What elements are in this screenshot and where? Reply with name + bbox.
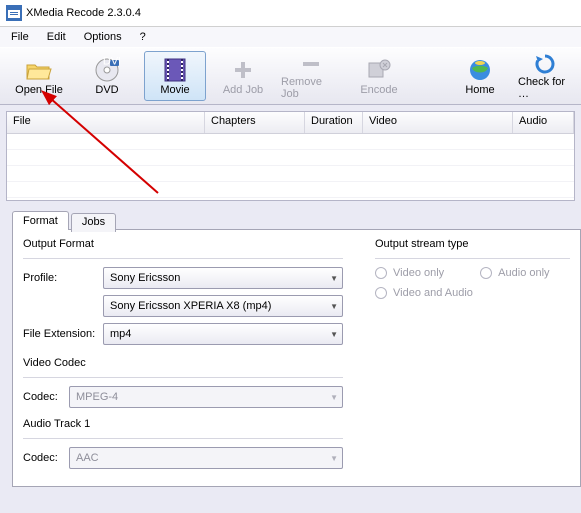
col-video[interactable]: Video bbox=[363, 112, 513, 133]
menu-edit[interactable]: Edit bbox=[40, 29, 73, 45]
col-duration[interactable]: Duration bbox=[305, 112, 363, 133]
ext-value: mp4 bbox=[110, 328, 131, 340]
profile-label: Profile: bbox=[23, 272, 103, 284]
add-job-button[interactable]: Add Job bbox=[212, 51, 274, 101]
add-job-label: Add Job bbox=[223, 84, 263, 96]
vcodec-label: Codec: bbox=[23, 391, 69, 403]
model-select[interactable]: Sony Ericsson XPERIA X8 (mp4) ▼ bbox=[103, 295, 343, 317]
minus-icon bbox=[300, 52, 322, 76]
profile-select[interactable]: Sony Ericsson ▼ bbox=[103, 267, 343, 289]
open-file-label: Open File bbox=[15, 84, 63, 96]
ext-label: File Extension: bbox=[23, 328, 103, 340]
chevron-down-icon: ▼ bbox=[330, 454, 338, 463]
window-title: XMedia Recode 2.3.0.4 bbox=[26, 7, 141, 19]
check-update-button[interactable]: Check for … bbox=[517, 51, 573, 101]
menubar: File Edit Options ? bbox=[0, 27, 581, 47]
movie-label: Movie bbox=[160, 84, 189, 96]
encode-icon bbox=[367, 56, 391, 84]
menu-file[interactable]: File bbox=[4, 29, 36, 45]
chevron-down-icon: ▼ bbox=[330, 274, 338, 283]
home-button[interactable]: Home bbox=[449, 51, 511, 101]
video-audio-label: Video and Audio bbox=[393, 287, 473, 299]
home-label: Home bbox=[465, 84, 494, 96]
chevron-down-icon: ▼ bbox=[330, 302, 338, 311]
movie-button[interactable]: Movie bbox=[144, 51, 206, 101]
col-chapters[interactable]: Chapters bbox=[205, 112, 305, 133]
menu-options[interactable]: Options bbox=[77, 29, 129, 45]
acodec-value: AAC bbox=[76, 452, 99, 464]
tab-format[interactable]: Format bbox=[12, 211, 69, 230]
chevron-down-icon: ▼ bbox=[330, 393, 338, 402]
col-file[interactable]: File bbox=[7, 112, 205, 133]
open-file-button[interactable]: Open File bbox=[8, 51, 70, 101]
table-row bbox=[7, 166, 574, 182]
video-only-label: Video only bbox=[393, 267, 444, 279]
remove-job-button[interactable]: Remove Job bbox=[280, 51, 342, 101]
format-panel: Output Format Profile: Sony Ericsson ▼ S… bbox=[12, 229, 581, 487]
radio-icon bbox=[375, 267, 387, 279]
radio-video-only: Video only bbox=[375, 267, 444, 279]
toolbar: Open File DVD DVD Movie Add Job Remove J… bbox=[0, 47, 581, 105]
output-format-label: Output Format bbox=[23, 238, 343, 250]
folder-open-icon bbox=[25, 56, 53, 84]
radio-video-audio: Video and Audio bbox=[375, 287, 570, 299]
audio-only-label: Audio only bbox=[498, 267, 549, 279]
table-header: File Chapters Duration Video Audio bbox=[7, 112, 574, 134]
tab-jobs[interactable]: Jobs bbox=[71, 213, 116, 232]
col-audio[interactable]: Audio bbox=[513, 112, 574, 133]
film-icon bbox=[163, 56, 187, 84]
table-row bbox=[7, 150, 574, 166]
stream-type-label: Output stream type bbox=[375, 238, 570, 250]
tabs-area: Format Jobs Output Format Profile: Sony … bbox=[0, 203, 581, 487]
check-label: Check for … bbox=[518, 76, 572, 100]
table-row bbox=[7, 182, 574, 198]
radio-icon bbox=[480, 267, 492, 279]
svg-text:DVD: DVD bbox=[103, 57, 120, 68]
acodec-select: AAC ▼ bbox=[69, 447, 343, 469]
disc-icon: DVD bbox=[94, 56, 120, 84]
table-row bbox=[7, 134, 574, 150]
video-codec-label: Video Codec bbox=[23, 357, 343, 369]
file-table-area: File Chapters Duration Video Audio bbox=[0, 105, 581, 203]
refresh-icon bbox=[533, 52, 557, 76]
chevron-down-icon: ▼ bbox=[330, 330, 338, 339]
tabstrip: Format Jobs bbox=[12, 211, 581, 230]
ext-select[interactable]: mp4 ▼ bbox=[103, 323, 343, 345]
vcodec-value: MPEG-4 bbox=[76, 391, 118, 403]
model-value: Sony Ericsson XPERIA X8 (mp4) bbox=[110, 300, 271, 312]
remove-job-label: Remove Job bbox=[281, 76, 341, 100]
audio-track-label: Audio Track 1 bbox=[23, 418, 343, 430]
titlebar: XMedia Recode 2.3.0.4 bbox=[0, 0, 581, 27]
file-table[interactable]: File Chapters Duration Video Audio bbox=[6, 111, 575, 201]
acodec-label: Codec: bbox=[23, 452, 69, 464]
radio-icon bbox=[375, 287, 387, 299]
encode-button[interactable]: Encode bbox=[348, 51, 410, 101]
vcodec-select: MPEG-4 ▼ bbox=[69, 386, 343, 408]
globe-icon bbox=[468, 56, 492, 84]
plus-icon bbox=[232, 56, 254, 84]
app-icon bbox=[6, 5, 22, 21]
profile-value: Sony Ericsson bbox=[110, 272, 180, 284]
dvd-button[interactable]: DVD DVD bbox=[76, 51, 138, 101]
encode-label: Encode bbox=[360, 84, 397, 96]
dvd-label: DVD bbox=[95, 84, 118, 96]
menu-help[interactable]: ? bbox=[133, 29, 153, 45]
radio-audio-only: Audio only bbox=[480, 267, 549, 279]
